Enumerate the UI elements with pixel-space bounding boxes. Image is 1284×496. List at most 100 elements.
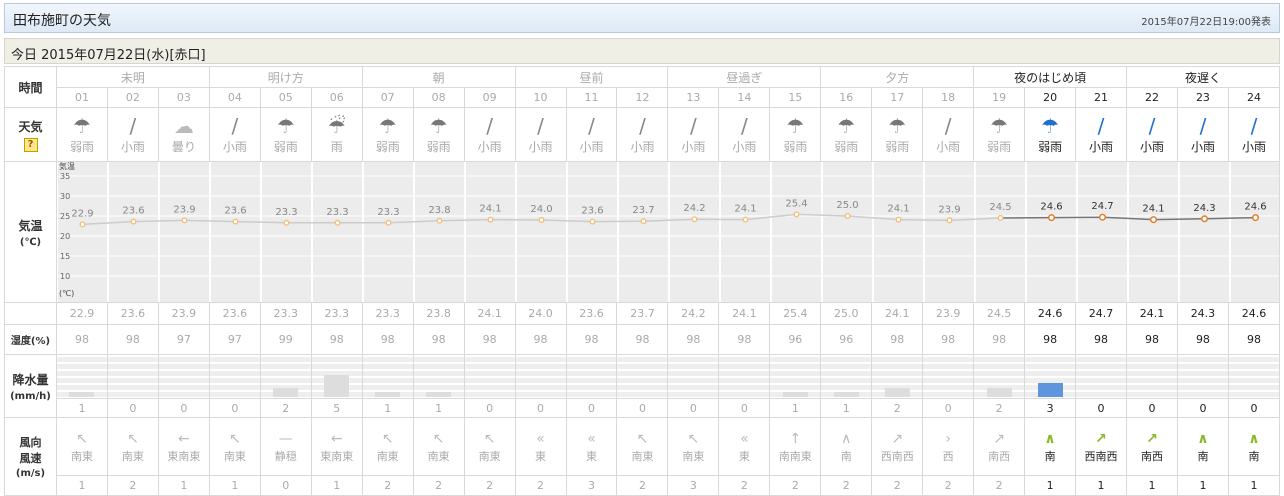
humidity-value: 98 <box>565 324 618 355</box>
precip-unit: (mm/h) <box>10 390 51 402</box>
humidity-label: 湿度(%) <box>10 336 51 347</box>
precip-value: 0 <box>718 398 771 418</box>
page-header: 田布施町の天気 2015年07月22日19:00発表 <box>4 3 1280 33</box>
temp-point <box>181 217 188 224</box>
weather-cell: / 小雨 <box>616 107 669 162</box>
precip-bar-cell <box>820 354 873 399</box>
humidity-value: 98 <box>973 324 1026 355</box>
closed-umbrella-icon: / <box>129 114 137 138</box>
precip-value: 5 <box>310 398 363 418</box>
precip-bar-bg <box>770 356 820 397</box>
precip-bar-cell <box>616 354 669 399</box>
wind-dir-text: 東南東 <box>320 449 354 463</box>
day-title: 今日 2015年07月22日(水)[赤口] <box>11 48 206 63</box>
temp-point <box>1048 214 1056 222</box>
temp-point <box>130 218 137 225</box>
graph-column <box>517 162 566 302</box>
hour-cell: 21 <box>1075 87 1128 108</box>
weather-header: 天気? <box>4 107 57 162</box>
period-5: 夕方 <box>820 66 975 88</box>
wind-dir-label: 風向 <box>19 436 42 449</box>
hour-cell: 19 <box>973 87 1026 108</box>
wind-dir-cell: ↖ 南東 <box>412 417 465 476</box>
weather-cell: / 小雨 <box>718 107 771 162</box>
precip-bar-bg <box>1025 356 1075 397</box>
wind-speed-value: 3 <box>667 475 720 496</box>
wind-arrow-icon: ↖ <box>636 430 649 447</box>
hour-cell: 01 <box>56 87 108 108</box>
weather-cell: ☂ 弱雨 <box>973 107 1026 162</box>
temp-value: 23.9 <box>157 302 210 325</box>
temp-value: 23.8 <box>412 302 465 325</box>
weather-cell: ☂ 弱雨 <box>56 107 108 162</box>
precip-bar-bg <box>567 356 616 397</box>
precip-bar-bg <box>1127 356 1177 397</box>
precip-bar-cell <box>106 354 159 399</box>
wind-dir-cell: ← 東南東 <box>310 417 363 476</box>
umbrella-icon: ☂ <box>888 114 907 138</box>
temp-point-label: 24.6 <box>1040 202 1062 213</box>
wind-dir-cell: ↖ 南東 <box>106 417 159 476</box>
temp-value: 23.7 <box>616 302 669 325</box>
temp-value: 24.0 <box>514 302 567 325</box>
wind-arrow-icon: ← <box>330 430 343 447</box>
weather-cell: ☁ 曇り <box>157 107 210 162</box>
precip-bar-cell <box>157 354 210 399</box>
wind-speed-value: 2 <box>514 475 567 496</box>
precip-bar-cell <box>973 354 1026 399</box>
temp-point-label: 23.6 <box>581 206 603 217</box>
wind-arrow-icon: ↖ <box>432 430 445 447</box>
temp-label: 気温 <box>18 218 43 233</box>
precip-bar-bg <box>668 356 718 397</box>
time-header: 時間 <box>4 66 57 108</box>
precip-value: 1 <box>820 398 873 418</box>
temp-point-label: 23.6 <box>224 206 246 217</box>
precip-value: 2 <box>259 398 312 418</box>
temp-value: 24.2 <box>667 302 720 325</box>
precip-bar-cell <box>871 354 924 399</box>
wind-dir-cell: ↖ 南東 <box>667 417 720 476</box>
humidity-value: 98 <box>1126 324 1178 355</box>
precip-value: 0 <box>208 398 261 418</box>
graph-column <box>1231 162 1279 302</box>
weather-text: 雨 <box>330 140 343 154</box>
graph-column <box>364 162 413 302</box>
humidity-value: 98 <box>1227 324 1281 355</box>
wind-arrow-icon: « <box>536 430 545 447</box>
hour-cell: 15 <box>769 87 822 108</box>
wind-arrow-icon: « <box>587 430 596 447</box>
weather-text: 小雨 <box>1139 140 1164 154</box>
wind-speed-value: 1 <box>1227 475 1281 496</box>
graph-column <box>568 162 617 302</box>
wind-dir-text: 南 <box>840 449 852 463</box>
weather-text: 曇り <box>171 140 196 154</box>
precip-bar-cell <box>259 354 312 399</box>
temp-point <box>487 216 494 223</box>
temp-point-label: 24.1 <box>734 204 756 215</box>
wind-speed-value: 1 <box>310 475 363 496</box>
weather-cell: ☂ 弱雨 <box>820 107 873 162</box>
precip-bar-bg <box>210 356 260 397</box>
weather-text: 小雨 <box>1241 140 1266 154</box>
help-icon[interactable]: ? <box>23 137 38 152</box>
wind-arrow-icon: ↖ <box>381 430 394 447</box>
weather-cell: / 小雨 <box>1126 107 1178 162</box>
weather-cell: / 小雨 <box>208 107 261 162</box>
precip-bar-bg <box>719 356 769 397</box>
humidity-value: 98 <box>412 324 465 355</box>
wind-dir-text: 南西 <box>1140 449 1163 463</box>
temp-point-label: 24.1 <box>479 204 501 215</box>
closed-umbrella-icon: / <box>537 114 544 138</box>
precip-value: 3 <box>1024 398 1077 418</box>
precip-bar-cell <box>718 354 771 399</box>
wind-speed-value: 1 <box>1075 475 1128 496</box>
precip-bar-bg <box>57 356 107 397</box>
humidity-value: 97 <box>157 324 210 355</box>
precip-bar-cell <box>310 354 363 399</box>
temp-point-label: 23.9 <box>173 204 195 215</box>
weather-text: 小雨 <box>579 140 604 154</box>
wind-arrow-icon: ↗ <box>891 430 904 447</box>
wind-dir-cell: «東 <box>718 417 771 476</box>
wind-speed-value: 2 <box>973 475 1026 496</box>
precip-bar-bg <box>821 356 871 397</box>
